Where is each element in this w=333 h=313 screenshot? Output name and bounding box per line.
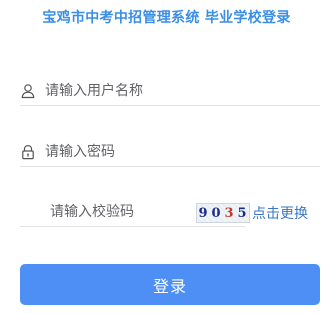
captcha-underline	[20, 226, 245, 227]
captcha-digit: 9	[198, 205, 209, 221]
password-input[interactable]	[45, 141, 305, 163]
username-input[interactable]	[45, 80, 305, 102]
refresh-captcha-link[interactable]: 点击更换	[252, 203, 308, 223]
lock-icon	[20, 144, 36, 160]
password-underline	[20, 166, 320, 167]
username-field	[20, 78, 320, 106]
password-field	[20, 139, 320, 167]
login-button[interactable]: 登录	[20, 264, 320, 305]
captcha-image[interactable]: 9 0 3 5	[196, 203, 250, 223]
user-icon	[20, 83, 36, 99]
captcha-digit: 3	[224, 205, 235, 221]
captcha-field: 9 0 3 5 点击更换	[20, 199, 325, 227]
captcha-digit: 0	[211, 205, 222, 221]
captcha-digit: 5	[237, 205, 248, 221]
page-title: 宝鸡市中考中招管理系统 毕业学校登录	[42, 10, 291, 26]
captcha-input[interactable]	[50, 201, 190, 223]
username-underline	[20, 105, 320, 106]
